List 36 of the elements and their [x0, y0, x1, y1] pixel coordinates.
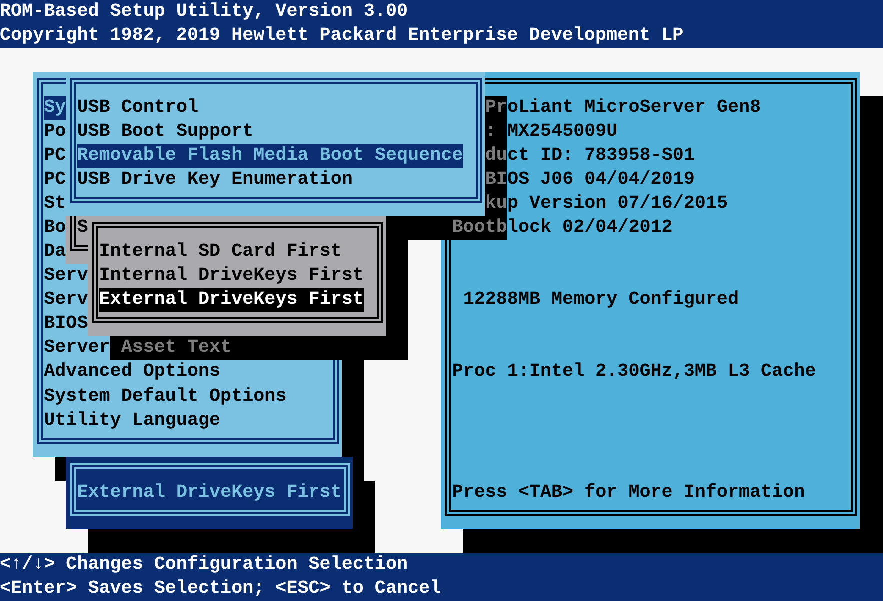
option-item[interactable]: External DriveKeys First [99, 288, 364, 312]
selected-value: External DriveKeys First [77, 480, 342, 505]
info-text: duct ID: 783958-S01 [485, 144, 695, 168]
key-hint: <Enter> Saves Selection; <ESC> to Cancel [0, 576, 442, 601]
menu-item[interactable]: Po [44, 120, 66, 144]
menu-item[interactable]: Advanced Options [44, 360, 221, 384]
submenu-item[interactable]: USB Control [77, 96, 199, 120]
info-text: : MX2545009U [485, 120, 618, 144]
window-label: S [77, 216, 88, 240]
info-text: BIOS J06 04/04/2019 [485, 168, 695, 192]
submenu-item[interactable]: USB Boot Support [77, 120, 254, 144]
info-text: ProLiant MicroServer Gen8 [485, 96, 762, 120]
info-text: Press <TAB> for More Information [452, 480, 806, 505]
key-hint: <↑/↓> Changes Configuration Selection [0, 552, 408, 577]
menu-item[interactable]: System Default Options [44, 384, 287, 409]
menu-item[interactable]: PC [44, 144, 66, 168]
app-title: ROM-Based Setup Utility, Version 3.00 [0, 0, 408, 24]
submenu-item[interactable]: Removable Flash Media Boot Sequence [77, 144, 464, 168]
menu-item[interactable]: PC [44, 168, 66, 192]
menu-item[interactable]: Serv [44, 264, 88, 288]
option-item[interactable]: Internal SD Card First [99, 240, 342, 264]
drop-shadow [55, 456, 66, 481]
menu-item[interactable]: Serv [44, 288, 88, 312]
menu-item[interactable]: BIOS [44, 312, 88, 336]
info-text: Bootblock 02/04/2012 [452, 216, 673, 240]
menu-item[interactable]: Da [44, 240, 66, 264]
menu-item[interactable]: Sy [44, 96, 66, 120]
copyright-text: Copyright 1982, 2019 Hewlett Packard Enterprise Development LP [0, 24, 684, 48]
info-text: Proc 1:Intel 2.30GHz,3MB L3 Cache [452, 360, 816, 384]
submenu-item[interactable]: USB Drive Key Enumeration [77, 168, 353, 192]
menu-item[interactable]: St [44, 192, 66, 216]
info-text: 12288MB Memory Configured [463, 288, 739, 312]
option-item[interactable]: Internal DriveKeys First [99, 264, 364, 288]
menu-item[interactable]: Utility Language [44, 408, 221, 433]
menu-item[interactable]: Bo [44, 216, 66, 240]
info-text: kup Version 07/16/2015 [485, 192, 728, 216]
